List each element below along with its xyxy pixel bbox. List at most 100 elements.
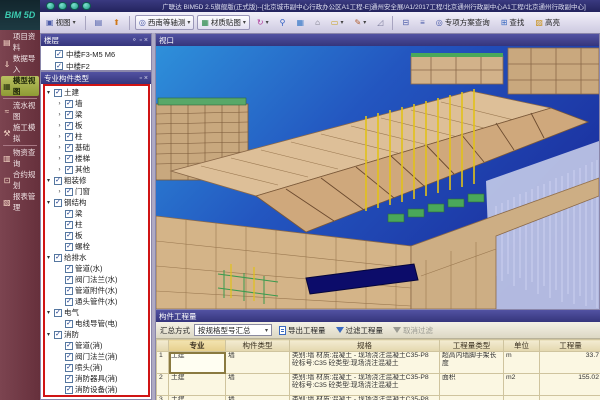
checkbox-checked-icon[interactable]: ✓ bbox=[54, 254, 62, 262]
up-level-button[interactable]: ⬆ bbox=[109, 17, 124, 29]
column-header[interactable]: 工程量 bbox=[540, 340, 600, 352]
checkbox-checked-icon[interactable]: ✓ bbox=[55, 62, 63, 70]
cell-quantity-type[interactable] bbox=[440, 396, 504, 400]
cell-spec[interactable]: 类别:墙 材质:混凝土 - 现场浇注混凝土C35-P8 砼标号:C35 砼类型:… bbox=[290, 374, 440, 396]
checkbox-checked-icon[interactable]: ✓ bbox=[65, 166, 73, 174]
walkthrough-button[interactable]: ⚲ bbox=[276, 17, 290, 29]
tree-row[interactable]: ▾ ✓ 给排水 bbox=[41, 252, 151, 263]
tree-row[interactable]: ✓ 喷头(消) bbox=[41, 362, 151, 373]
tree-caret-icon[interactable]: ▾ bbox=[45, 309, 52, 316]
cell-unit[interactable]: m2 bbox=[504, 374, 540, 396]
float-icon[interactable]: ▫ bbox=[139, 37, 141, 44]
close-icon[interactable]: × bbox=[144, 75, 148, 82]
tree-row[interactable]: ✓ 消防器具(消) bbox=[41, 373, 151, 384]
sidebar-item[interactable]: ▦ 模型视图 bbox=[1, 76, 39, 96]
column-header[interactable]: 单位 bbox=[504, 340, 540, 352]
quick-button[interactable] bbox=[70, 2, 79, 10]
tree-row[interactable]: ▾ ✓ 粗装修 bbox=[41, 175, 151, 186]
float-icon[interactable]: ▫ bbox=[139, 75, 141, 82]
tree-row[interactable]: ▾ ✓ 消防 bbox=[41, 329, 151, 340]
filter-quantity-button[interactable]: 过滤工程量 bbox=[333, 324, 387, 337]
cell-component-type[interactable]: 墙 bbox=[226, 352, 290, 374]
checkbox-checked-icon[interactable]: ✓ bbox=[65, 243, 73, 251]
tree-row[interactable]: ✓ 梁 bbox=[41, 208, 151, 219]
checkbox-checked-icon[interactable]: ✓ bbox=[65, 375, 73, 383]
checkbox-checked-icon[interactable]: ✓ bbox=[65, 221, 73, 229]
tree-row[interactable]: ▾ ✓ 钢结构 bbox=[41, 197, 151, 208]
checkbox-checked-icon[interactable]: ✓ bbox=[65, 122, 73, 130]
tree-caret-icon[interactable]: › bbox=[56, 145, 63, 151]
floor-row[interactable]: ✓ 中楼F3-M5 M6 bbox=[41, 48, 151, 60]
tree-caret-icon[interactable]: › bbox=[56, 101, 63, 107]
tree-row[interactable]: ✓ 阀门法兰(水) bbox=[41, 274, 151, 285]
checkbox-checked-icon[interactable]: ✓ bbox=[65, 364, 73, 372]
cancel-filter-button[interactable]: 取消过滤 bbox=[390, 324, 436, 337]
table-row[interactable]: 2 土建 墙 类别:墙 材质:混凝土 - 现场浇注混凝土C35-P8 砼标号:C… bbox=[157, 374, 600, 396]
sidebar-item[interactable]: ⚒ 施工模拟 bbox=[1, 123, 39, 143]
split-button[interactable]: ≡ bbox=[416, 17, 429, 29]
cell-spec[interactable]: 类别:墙 材质:混凝土 - 现场浇注混凝土C35-P8 砼标号:C35 bbox=[290, 396, 440, 400]
special-plan-query-button[interactable]: ◎ 专项方案查询 bbox=[432, 15, 494, 30]
checkbox-checked-icon[interactable]: ✓ bbox=[65, 133, 73, 141]
tree-row[interactable]: ✓ 螺栓 bbox=[41, 241, 151, 252]
table-row[interactable]: 3 土建 墙 类别:墙 材质:混凝土 - 现场浇注混凝土C35-P8 砼标号:C… bbox=[157, 396, 600, 400]
tree-row[interactable]: ✓ 管道(消) bbox=[41, 340, 151, 351]
screenshot-button[interactable]: ⊟ bbox=[398, 17, 413, 29]
sidebar-item[interactable]: ≈ 流水视图 bbox=[1, 101, 39, 121]
cell-major[interactable]: 土建 bbox=[169, 396, 226, 400]
tree-row[interactable]: › ✓ 其他 bbox=[41, 164, 151, 175]
tree-row[interactable]: › ✓ 基础 bbox=[41, 142, 151, 153]
annotate-button[interactable]: ✎▾ bbox=[350, 17, 370, 29]
sidebar-item[interactable]: ▤ 项目资料 bbox=[1, 32, 39, 52]
quick-button[interactable] bbox=[82, 2, 91, 10]
pin-icon[interactable]: ⚬ bbox=[132, 37, 138, 44]
tree-row[interactable]: ✓ 板 bbox=[41, 230, 151, 241]
quick-button[interactable] bbox=[58, 2, 67, 10]
column-header[interactable]: 专业 bbox=[169, 340, 226, 352]
checkbox-checked-icon[interactable]: ✓ bbox=[54, 89, 62, 97]
sidebar-item[interactable]: ▧ 报表管理 bbox=[1, 192, 39, 212]
tree-row[interactable]: › ✓ 楼梯 bbox=[41, 153, 151, 164]
checkbox-checked-icon[interactable]: ✓ bbox=[65, 298, 73, 306]
cell-unit[interactable] bbox=[504, 396, 540, 400]
summary-mode-dropdown[interactable]: 按规格型号汇总 ▾ bbox=[194, 324, 272, 336]
tree-caret-icon[interactable]: › bbox=[56, 189, 63, 195]
column-header[interactable] bbox=[157, 340, 169, 352]
checkbox-checked-icon[interactable]: ✓ bbox=[65, 276, 73, 284]
cell-quantity-type[interactable]: 超高内墙脚手架长度 bbox=[440, 352, 504, 374]
table-row[interactable]: 1 土建 墙 类别:墙 材质:混凝土 - 现场浇注混凝土C35-P8 砼标号:C… bbox=[157, 352, 600, 374]
checkbox-checked-icon[interactable]: ✓ bbox=[65, 320, 73, 328]
tree-row[interactable]: ✓ 阀门法兰(消) bbox=[41, 351, 151, 362]
cell-major[interactable]: 土建 bbox=[169, 374, 226, 396]
cell-unit[interactable]: m bbox=[504, 352, 540, 374]
cell-quantity[interactable]: 155.02 bbox=[540, 374, 600, 396]
tree-caret-icon[interactable]: ▾ bbox=[45, 177, 52, 184]
tree-row[interactable]: › ✓ 墙 bbox=[41, 98, 151, 109]
cell-quantity-type[interactable]: 面积 bbox=[440, 374, 504, 396]
tree-row[interactable]: ✓ 消防设备(消) bbox=[41, 384, 151, 395]
checkbox-checked-icon[interactable]: ✓ bbox=[54, 199, 62, 207]
checkbox-checked-icon[interactable]: ✓ bbox=[65, 265, 73, 273]
tree-caret-icon[interactable]: ▾ bbox=[45, 199, 52, 206]
tree-row[interactable]: ✓ 柱 bbox=[41, 219, 151, 230]
tree-caret-icon[interactable]: › bbox=[56, 167, 63, 173]
material-map-dropdown[interactable]: ▦ 材质贴图 ▾ bbox=[197, 15, 250, 30]
export-quantity-button[interactable]: 导出工程量 bbox=[276, 324, 329, 337]
cell-spec[interactable]: 类别:墙 材质:混凝土 - 现场浇注混凝土C35-P8 砼标号:C35 砼类型:… bbox=[290, 352, 440, 374]
column-header[interactable]: 构件类型 bbox=[226, 340, 290, 352]
tree-caret-icon[interactable]: › bbox=[56, 134, 63, 140]
cell-component-type[interactable]: 墙 bbox=[226, 374, 290, 396]
building-button[interactable]: ⌂ bbox=[311, 17, 324, 29]
model-3d-view[interactable] bbox=[156, 46, 599, 309]
checkbox-checked-icon[interactable]: ✓ bbox=[65, 386, 73, 394]
axonometric-dropdown[interactable]: ◎ 西南等轴测 ▾ bbox=[135, 15, 195, 30]
checkbox-checked-icon[interactable]: ✓ bbox=[65, 155, 73, 163]
floor-row[interactable]: ✓ 中楼F2 bbox=[41, 60, 151, 70]
view-menu-button[interactable]: ▣ 视图 ▾ bbox=[42, 15, 80, 30]
tree-row[interactable]: › ✓ 柱 bbox=[41, 131, 151, 142]
layers-button[interactable]: ▤ bbox=[91, 17, 107, 29]
tree-row[interactable]: › ✓ 门窗 bbox=[41, 186, 151, 197]
cell-major[interactable]: 土建 bbox=[169, 352, 226, 374]
find-button[interactable]: ⊞ 查找 bbox=[497, 15, 529, 30]
close-icon[interactable]: × bbox=[144, 37, 148, 44]
